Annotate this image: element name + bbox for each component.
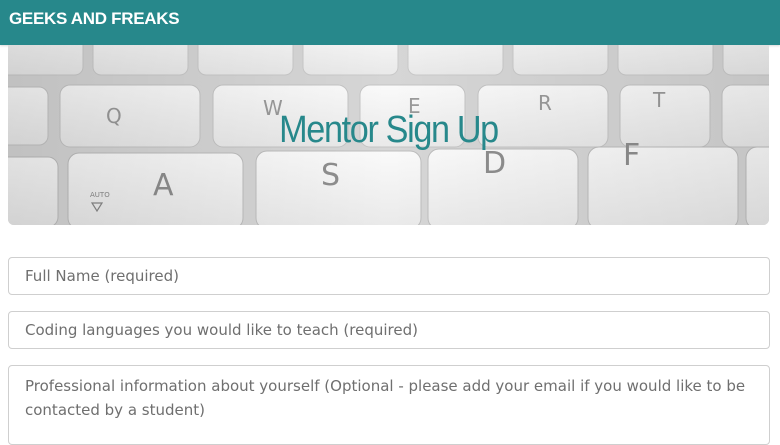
hero-banner: Q W E R T A S D F AUTO Mentor Sign Up <box>8 45 769 225</box>
full-name-input[interactable] <box>8 257 770 295</box>
professional-info-textarea[interactable] <box>8 365 770 445</box>
coding-languages-input[interactable] <box>8 311 770 349</box>
page-title: Mentor Sign Up <box>279 109 499 151</box>
top-navbar: GEEKS AND FREAKS <box>0 0 780 45</box>
brand-link[interactable]: GEEKS AND FREAKS <box>9 9 180 29</box>
